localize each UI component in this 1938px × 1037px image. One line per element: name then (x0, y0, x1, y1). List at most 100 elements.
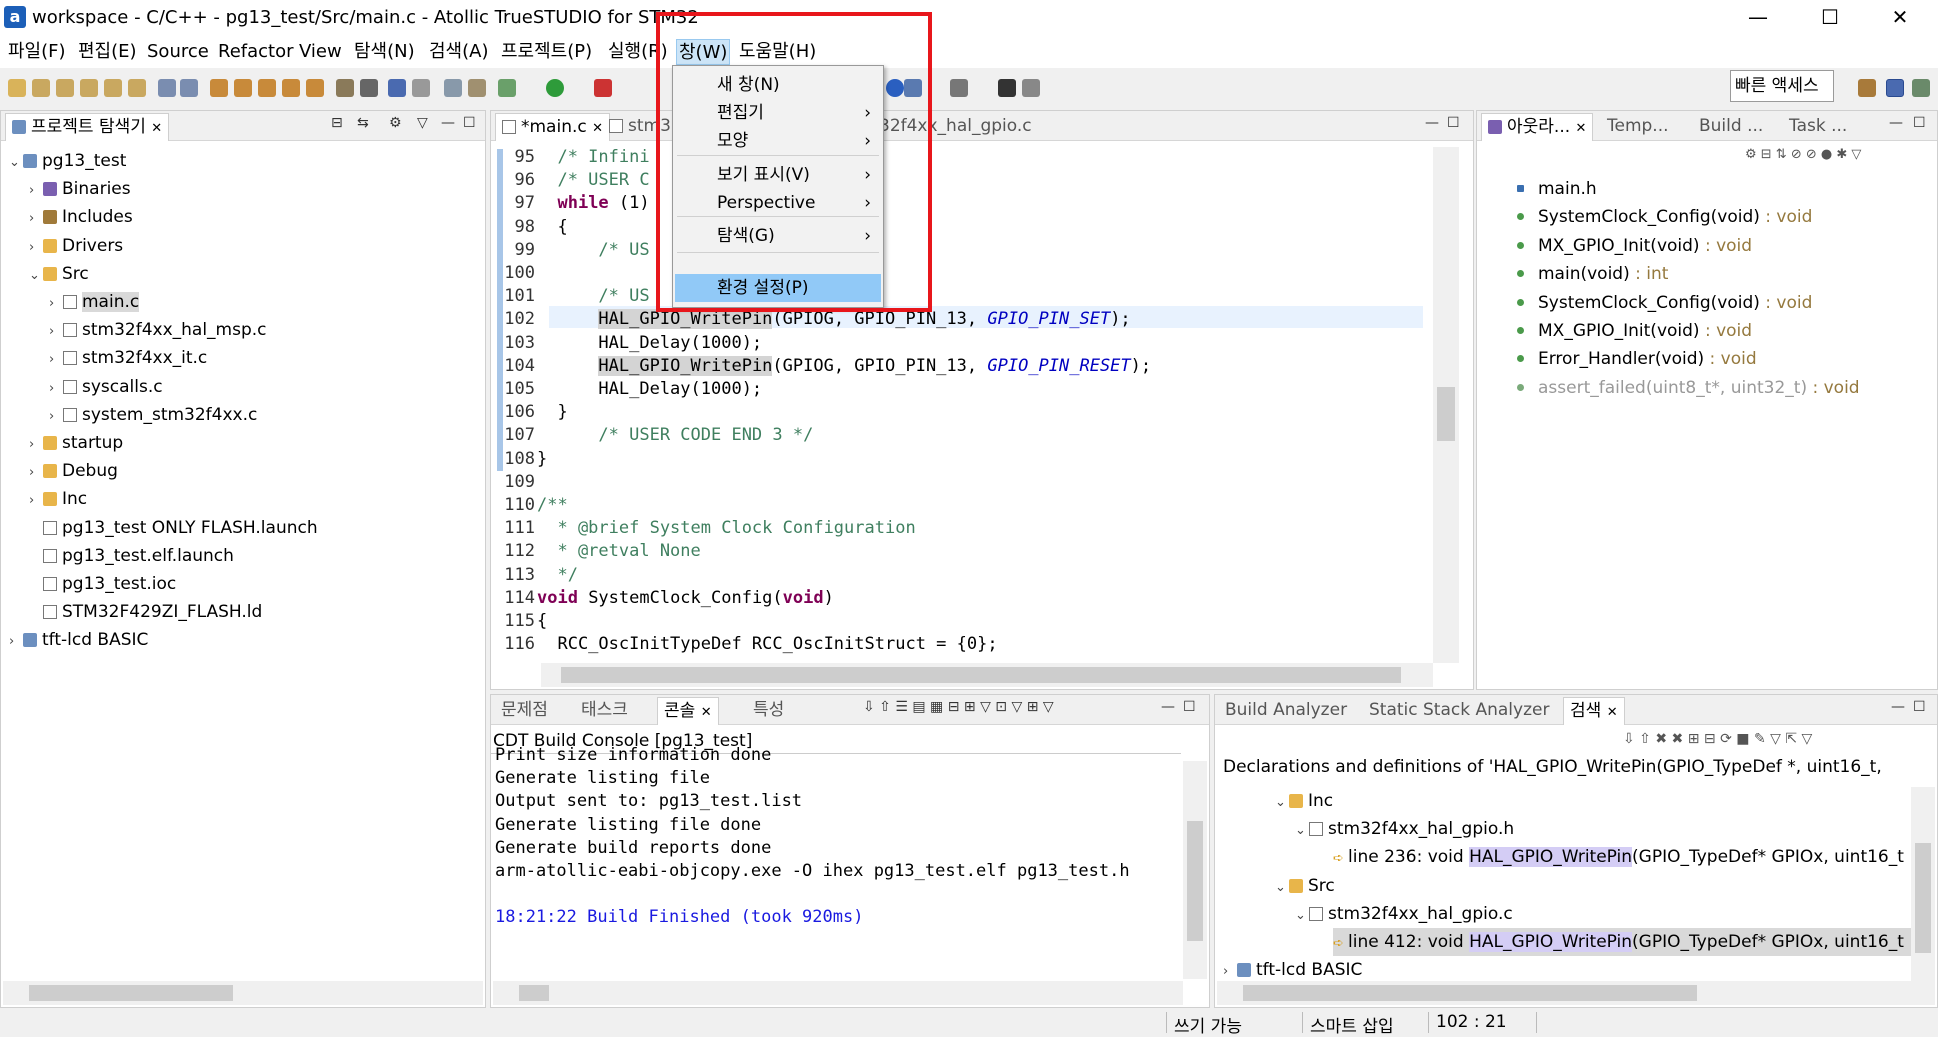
editor-vscrollbar[interactable] (1433, 147, 1459, 663)
explorer-item[interactable]: › Debug (29, 457, 118, 485)
maximize-view-icon[interactable]: ☐ (1183, 699, 1196, 715)
code-line[interactable]: HAL_GPIO_WritePin(GPIOG, GPIO_PIN_13, GP… (537, 309, 1131, 330)
new-file-icon[interactable] (32, 79, 50, 97)
explorer-item[interactable]: › startup (29, 429, 123, 457)
minimize-button[interactable]: — (1728, 0, 1788, 36)
outline-toolbar-icons[interactable]: ⚙ ⊟ ⇅ ⊘ ⊘ ● ✱ ▽ (1745, 147, 1861, 162)
search-toolbar-icons[interactable]: ⇩ ⇧ ✖ ✖ ⊞ ⊟ ⟳ ■ ✎ ▽ ⇱ ▽ (1623, 731, 1812, 747)
expand-toggle-icon[interactable]: ⌄ (29, 262, 43, 290)
outline-item[interactable]: SystemClock_Config(void) : void (1517, 289, 1812, 317)
code-line[interactable]: HAL_Delay(1000); (537, 333, 762, 353)
tab-static-stack-analyzer[interactable]: Static Stack Analyzer (1363, 697, 1555, 725)
debug-perspective-icon[interactable] (1912, 79, 1930, 97)
maximize-button[interactable]: ☐ (1800, 0, 1860, 36)
explorer-item[interactable]: › Drivers (29, 232, 123, 260)
explorer-item[interactable]: pg13_test.elf.launch (29, 542, 234, 570)
terminal-icon[interactable] (388, 79, 406, 97)
expand-toggle-icon[interactable]: › (29, 205, 43, 233)
save-all-icon[interactable] (180, 79, 198, 97)
code-line[interactable]: { (537, 611, 547, 631)
explorer-item[interactable]: ⌄ pg13_test (9, 147, 126, 175)
console-vscroll-thumb[interactable] (1187, 821, 1203, 941)
table-icon[interactable] (950, 79, 968, 97)
build-icon[interactable] (210, 79, 228, 97)
expand-toggle-icon[interactable]: ⌄ (1295, 902, 1309, 930)
expand-toggle-icon[interactable]: › (49, 346, 63, 374)
maximize-view-icon[interactable]: ☐ (463, 115, 476, 131)
editor-hscrollbar[interactable] (541, 663, 1433, 687)
menu-item[interactable]: 새 창(N) (675, 71, 881, 99)
search-result-item[interactable]: ⌄ Src (1275, 872, 1335, 900)
expand-toggle-icon[interactable]: › (29, 177, 43, 205)
console-vscrollbar[interactable] (1183, 761, 1207, 979)
code-line[interactable]: } (537, 402, 567, 422)
explorer-item[interactable]: STM32F429ZI_FLASH.ld (29, 598, 262, 626)
search-result-item[interactable]: ⌄ stm32f4xx_hal_gpio.h (1295, 815, 1514, 843)
minimize-view-icon[interactable]: — (1889, 115, 1903, 131)
search-hscroll-thumb[interactable] (1243, 985, 1697, 1001)
tab-task-list[interactable]: Task ... (1783, 113, 1853, 141)
search-hscrollbar[interactable] (1217, 981, 1935, 1005)
close-icon[interactable]: ✕ (701, 705, 712, 720)
outline-item[interactable]: Error_Handler(void) : void (1517, 345, 1757, 373)
tab-hal-gpio-c[interactable]: 32f4xx_hal_gpio.c (873, 113, 1038, 141)
code-line[interactable]: /* Infini (537, 147, 649, 167)
menu-item[interactable]: 환경 설정(P) (675, 274, 881, 302)
search-vscroll-thumb[interactable] (1915, 843, 1931, 953)
menu-search[interactable]: 검색(A) (427, 39, 490, 65)
explorer-item[interactable]: › stm32f4xx_hal_msp.c (49, 316, 267, 344)
open-icon[interactable] (128, 79, 146, 97)
expand-toggle-icon[interactable]: › (29, 431, 43, 459)
explorer-item[interactable]: pg13_test.ioc (29, 570, 176, 598)
link-editor-icon[interactable]: ⇆ (357, 115, 369, 131)
tab-properties[interactable]: 특성 (747, 697, 790, 725)
tab-search[interactable]: 검색 ✕ (1563, 697, 1625, 725)
expand-toggle-icon[interactable]: › (49, 403, 63, 431)
open-perspective-icon[interactable] (1858, 79, 1876, 97)
tab-project-explorer[interactable]: 프로젝트 탐색기 ✕ (5, 113, 170, 141)
console-toolbar-icons[interactable]: ⇩ ⇧ ☰ ▤ ▦ ⊟ ⊞ ▽ ⊡ ▽ ⊞ ▽ (863, 699, 1054, 715)
bug-icon[interactable] (360, 79, 378, 97)
code-line[interactable]: } (537, 449, 547, 469)
console-hscroll-thumb[interactable] (519, 985, 549, 1001)
search-result-item[interactable]: ➪ line 412: void HAL_GPIO_WritePin(GPIO_… (1333, 928, 1923, 956)
code-line[interactable]: */ (537, 565, 577, 585)
menu-project[interactable]: 프로젝트(P) (499, 39, 594, 65)
expand-toggle-icon[interactable]: ⌄ (9, 149, 23, 177)
run-icon[interactable] (546, 79, 564, 97)
search-result-item[interactable]: ➪ line 236: void HAL_GPIO_WritePin(GPIO_… (1333, 843, 1904, 871)
search-result-item[interactable]: ⌄ stm32f4xx_hal_gpio.c (1295, 900, 1513, 928)
tab-outline[interactable]: 아웃라... ✕ (1481, 113, 1594, 141)
new-header-icon[interactable] (56, 79, 74, 97)
format-icon[interactable] (444, 79, 462, 97)
minimize-view-icon[interactable]: — (1891, 699, 1905, 715)
console-hscrollbar[interactable] (493, 981, 1183, 1005)
code-line[interactable]: /** (537, 495, 568, 515)
collapse-all-icon[interactable]: ⊟ (331, 115, 343, 131)
menu-window[interactable]: 창(W) (676, 39, 731, 65)
close-icon[interactable]: ✕ (592, 121, 603, 136)
save-icon[interactable] (158, 79, 176, 97)
code-line[interactable]: * @retval None (537, 541, 700, 561)
new-class-icon[interactable] (80, 79, 98, 97)
explorer-item[interactable]: › system_stm32f4xx.c (49, 401, 257, 429)
code-line[interactable]: /* US (537, 286, 649, 306)
tab-main-c[interactable]: *main.c ✕ (495, 113, 611, 141)
skip-icon[interactable] (412, 79, 430, 97)
code-line[interactable]: void SystemClock_Config(void) (537, 588, 834, 608)
menu-refactor[interactable]: Refactor (216, 39, 296, 65)
tab-console[interactable]: 콘솔 ✕ (657, 697, 719, 725)
minimize-view-icon[interactable]: — (1425, 115, 1439, 131)
close-button[interactable]: ✕ (1870, 0, 1930, 36)
explorer-item[interactable]: › tft-lcd BASIC (9, 626, 148, 654)
explorer-item[interactable]: ⌄ Src (29, 260, 89, 288)
code-line[interactable]: /* USER CODE END 3 */ (537, 425, 813, 445)
code-line[interactable]: HAL_GPIO_WritePin(GPIOG, GPIO_PIN_13, GP… (537, 355, 1151, 376)
expand-toggle-icon[interactable]: › (9, 628, 23, 656)
outline-item[interactable]: main.h (1517, 175, 1597, 203)
expand-toggle-icon[interactable]: ⌄ (1275, 789, 1289, 817)
window-icon[interactable] (904, 79, 922, 97)
minimize-view-icon[interactable]: — (441, 115, 455, 131)
new-folder-icon[interactable] (104, 79, 122, 97)
filter-icon[interactable]: ⚙ (389, 115, 402, 131)
